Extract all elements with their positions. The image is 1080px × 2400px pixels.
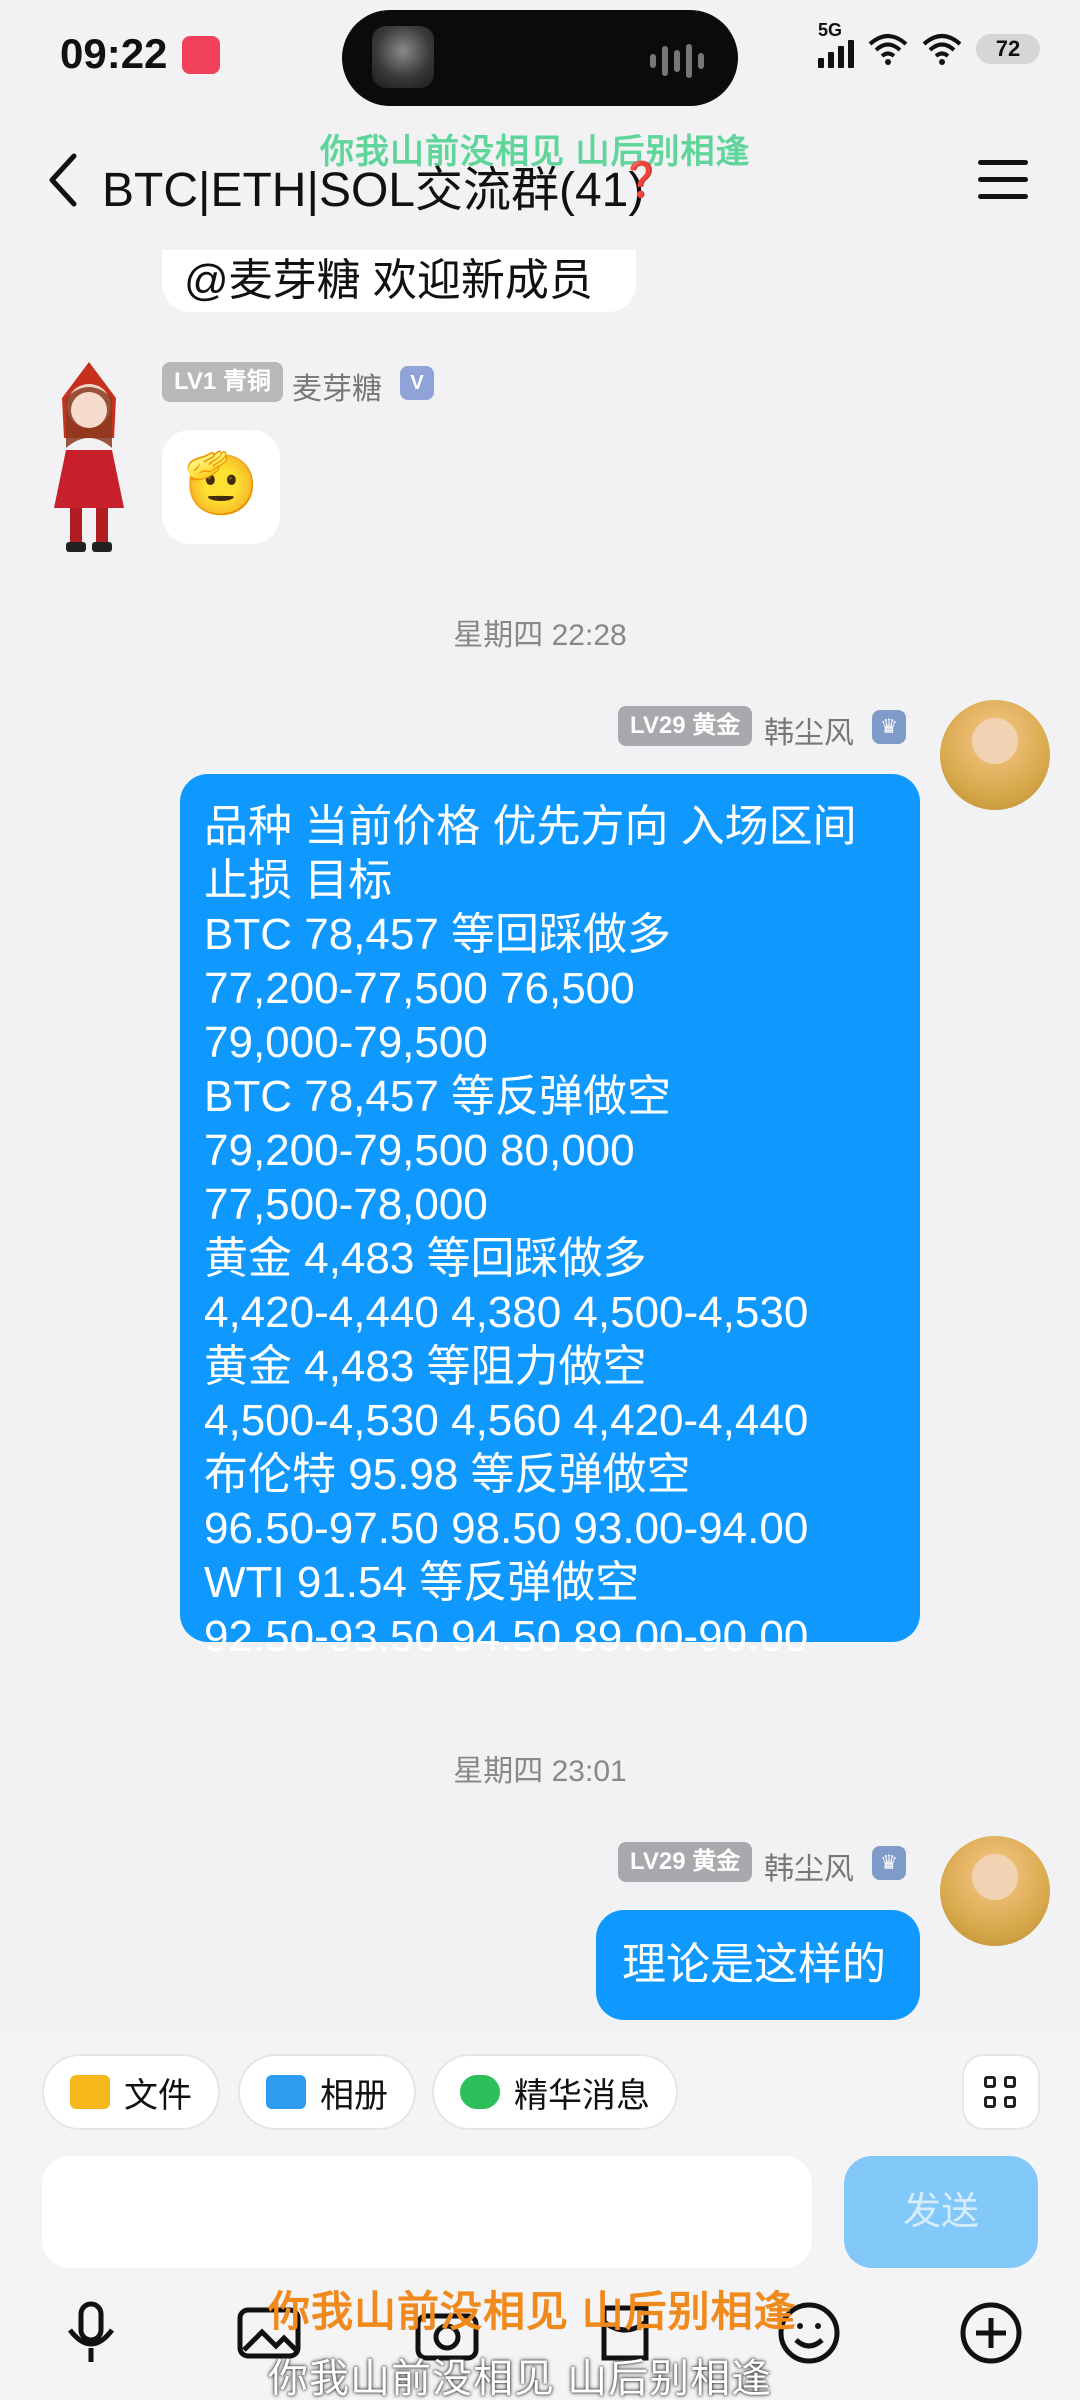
microphone-icon[interactable] (56, 2298, 126, 2368)
chip-label: 相册 (320, 2076, 388, 2115)
message-bubble[interactable]: @麦芽糖 欢迎新成员 (162, 250, 636, 312)
sender-name[interactable]: 韩尘风 (764, 1844, 854, 1888)
user-avatar[interactable] (940, 700, 1050, 810)
message-line: BTC 78,457 等回踩做多 (204, 910, 672, 959)
message-line: 布伦特 95.98 等反弹做空 (204, 1450, 691, 1499)
ear-icon[interactable]: ❓ (620, 160, 662, 200)
message-line: 品种 当前价格 优先方向 入场区间 (204, 802, 857, 851)
message-line: 96.50-97.50 98.50 93.00-94.00 (204, 1504, 809, 1553)
dynamic-island[interactable] (342, 10, 738, 106)
shield-icon: ♛ (872, 710, 906, 744)
back-arrow-icon[interactable] (40, 150, 90, 210)
star-badge-icon (460, 2075, 500, 2109)
album-chip[interactable]: 相册 (238, 2054, 416, 2130)
message-list[interactable]: @麦芽糖 欢迎新成员 LV1 青铜 麦芽糖 V 🫡 星期四 22:28 LV29… (0, 250, 1080, 2030)
folder-icon (70, 2075, 110, 2109)
saluting-face-emoji: 🫡 (184, 450, 259, 517)
message-line: 黄金 4,483 等阻力做空 (204, 1342, 647, 1391)
message-bubble-self[interactable]: 品种 当前价格 优先方向 入场区间 止损 目标 BTC 78,457 等回踩做多… (180, 774, 920, 1661)
chip-label: 精华消息 (514, 2076, 650, 2115)
message-line: BTC 78,457 等反弹做空 (204, 1072, 672, 1121)
sender-name[interactable]: 麦芽糖 (292, 364, 382, 408)
app-notification-icon (182, 36, 220, 74)
message-text: 理论是这样的 (622, 1940, 886, 1989)
message-bubble-self[interactable]: 理论是这样的 (596, 1910, 920, 2020)
more-apps-icon[interactable] (962, 2054, 1040, 2130)
status-time: 09:22 (60, 30, 168, 77)
chip-label: 文件 (124, 2076, 192, 2115)
message-input[interactable] (42, 2156, 812, 2268)
message-text: @麦芽糖 欢迎新成员 (184, 256, 593, 305)
member-level-badge: LV1 青铜 (162, 362, 283, 402)
message-line: 92.50-93.50 94.50 89.00-90.00 (204, 1612, 809, 1661)
shield-icon: V (400, 366, 434, 400)
network-label: 5G (818, 20, 843, 40)
message-line: 79,000-79,500 (204, 1018, 488, 1067)
group-title[interactable]: BTC|ETH|SOL交流群(41) (102, 150, 644, 220)
image-icon (266, 2075, 306, 2109)
member-level-badge: LV29 黄金 (618, 706, 753, 746)
message-line: 79,200-79,500 80,000 (204, 1126, 635, 1175)
sender-name[interactable]: 韩尘风 (764, 708, 854, 752)
video-caption-orange: 你我山前没相见 山后别相逢 (268, 2288, 797, 2335)
send-button[interactable]: 发送 (844, 2156, 1038, 2268)
plus-icon[interactable] (956, 2298, 1026, 2368)
status-icons: 5G 72 (818, 20, 1040, 68)
chat-header: 你我山前没相见 山后别相逢 BTC|ETH|SOL交流群(41) ❓ (0, 110, 1080, 250)
input-panel: 文件 相册 精华消息 发送 (0, 2030, 1080, 2400)
media-thumbnail (372, 26, 434, 88)
status-bar: 09:22 5G 72 (0, 0, 1080, 110)
emoji-bubble[interactable]: 🫡 (162, 430, 280, 544)
menu-icon[interactable] (978, 160, 1028, 200)
user-avatar[interactable] (940, 1836, 1050, 1946)
user-avatar-girl[interactable] (44, 358, 134, 558)
battery-indicator: 72 (976, 34, 1040, 64)
message-line: 止损 目标 (204, 856, 393, 905)
wifi-icon-secondary (922, 34, 962, 65)
video-caption-white: 你我山前没相见 山后别相逢 (268, 2357, 773, 2400)
timestamp: 星期四 23:01 (453, 1755, 627, 1788)
member-level-badge: LV29 黄金 (618, 1842, 753, 1882)
message-line: 4,420-4,440 4,380 4,500-4,530 (204, 1288, 809, 1337)
shield-icon: ♛ (872, 1846, 906, 1880)
timestamp: 星期四 22:28 (453, 619, 627, 652)
message-line: 77,500-78,000 (204, 1180, 488, 1229)
message-line: 77,200-77,500 76,500 (204, 964, 635, 1013)
essence-chip[interactable]: 精华消息 (432, 2054, 678, 2130)
message-line: WTI 91.54 等反弹做空 (204, 1558, 640, 1607)
file-chip[interactable]: 文件 (42, 2054, 220, 2130)
audio-wave-icon (650, 44, 704, 78)
message-line: 4,500-4,530 4,560 4,420-4,440 (204, 1396, 809, 1445)
wifi-icon (868, 34, 908, 65)
message-line: 黄金 4,483 等回踩做多 (204, 1234, 647, 1283)
